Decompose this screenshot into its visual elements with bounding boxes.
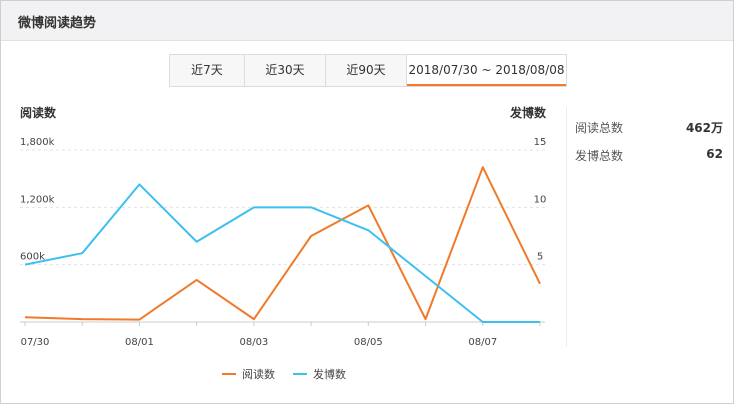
x-tick-label: 08/03 [239, 337, 268, 348]
x-tick-label: 08/05 [354, 337, 383, 348]
y2-tick-label: 5 [537, 252, 543, 263]
y2-axis-title: 发博数 [509, 105, 547, 120]
series-line [24, 166, 541, 321]
series-line [24, 183, 540, 323]
y-tick-label: 1,200k [20, 194, 55, 205]
y2-tick-label: 10 [534, 194, 547, 205]
y2-tick-label: 15 [534, 137, 547, 148]
y-axis-title: 阅读数 [20, 105, 57, 120]
x-tick-label: 07/30 [21, 337, 50, 348]
legend-label: 发博数 [313, 367, 346, 381]
y-tick-label: 1,800k [20, 137, 55, 148]
x-tick-label: 08/07 [468, 337, 497, 348]
x-tick-label: 08/01 [125, 337, 154, 348]
line-chart: 阅读数 发博数600k1,200k1,800k5101507/30 08/01 08/… [20, 105, 547, 381]
legend-label: 阅读数 [242, 367, 275, 381]
